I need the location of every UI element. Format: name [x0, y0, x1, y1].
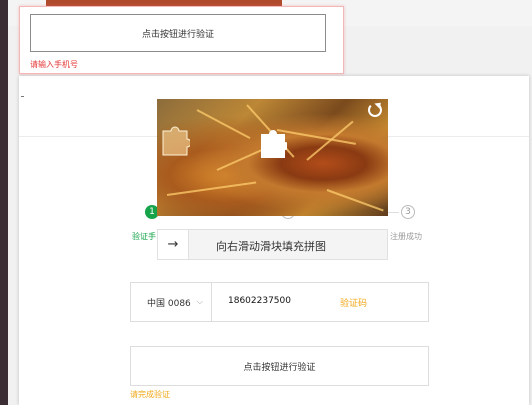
country-code-select[interactable]: 中国 0086 ⌵	[131, 283, 212, 321]
country-code-value: 中国 0086	[147, 298, 191, 309]
puzzle-piece[interactable]	[160, 125, 190, 157]
image-texture	[196, 109, 251, 140]
background-left-strip	[0, 0, 8, 405]
image-texture	[326, 189, 384, 212]
arrow-right-icon[interactable]: →	[158, 230, 189, 259]
popup-error-text: 请输入手机号	[30, 60, 78, 69]
puzzle-hole	[261, 130, 287, 158]
phone-number-field[interactable]: 18602237500	[228, 296, 291, 306]
captcha-slider[interactable]: → 向右滑动滑块填充拼图	[157, 229, 388, 260]
divider	[21, 96, 24, 97]
phone-input-row: 中国 0086 ⌵ 18602237500 验证码	[130, 282, 429, 322]
step-3-label: 注册成功	[390, 232, 422, 241]
step-3-indicator: 3	[401, 205, 415, 219]
refresh-icon[interactable]	[368, 103, 382, 117]
popup-verify-button[interactable]: 点击按钮进行验证	[30, 14, 326, 52]
verify-hint: 请完成验证	[130, 390, 170, 399]
captcha-image	[157, 99, 388, 216]
get-code-link[interactable]: 验证码	[340, 296, 367, 309]
validation-popup: 点击按钮进行验证 请输入手机号	[19, 6, 344, 74]
image-texture	[166, 181, 257, 196]
chevron-down-icon: ⌵	[196, 297, 203, 306]
step-1-label: 验证手	[132, 232, 156, 241]
register-modal: 1 3 验证手 注册成功 → 向右滑动滑块填充拼图 中国 0086 ⌵ 1860…	[19, 76, 529, 405]
image-texture	[276, 129, 356, 145]
verify-button[interactable]: 点击按钮进行验证	[130, 346, 429, 386]
slider-instruction: 向右滑动滑块填充拼图	[216, 240, 326, 253]
